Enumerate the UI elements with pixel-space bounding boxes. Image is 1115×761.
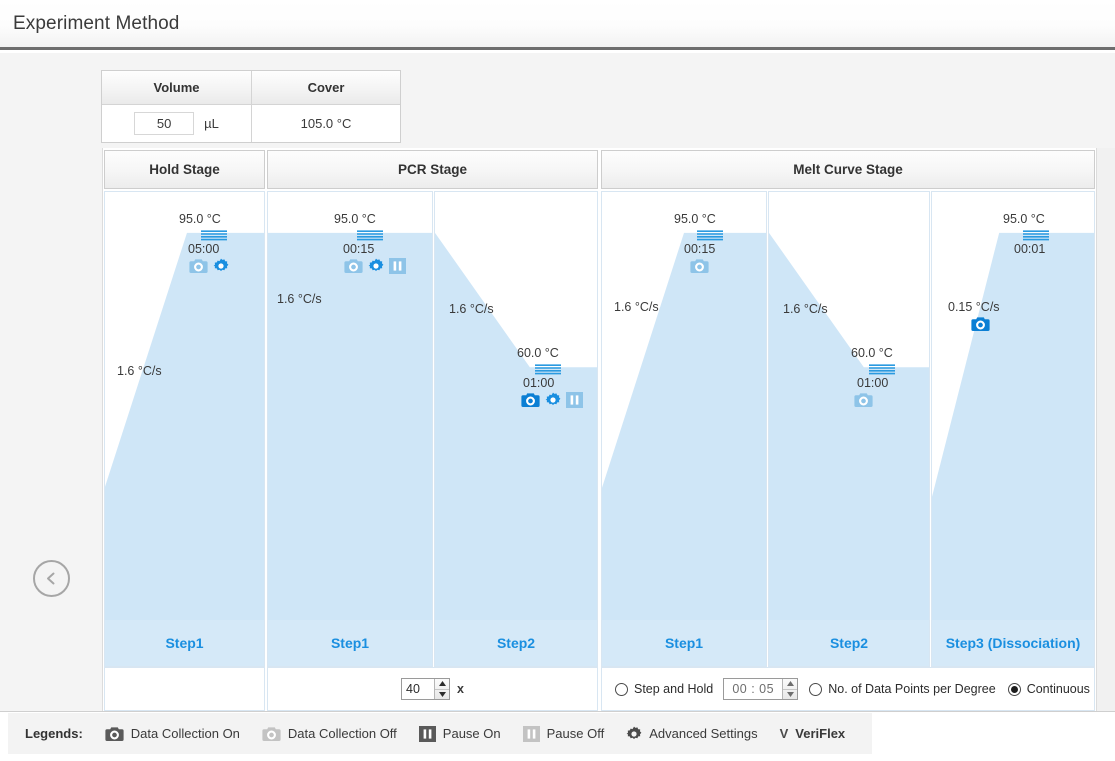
legend-label-advanced-settings: Advanced Settings bbox=[649, 726, 758, 741]
pcr-step1-temperature-profile bbox=[268, 232, 432, 666]
step-and-hold-time-value[interactable]: 00 : 05 bbox=[724, 679, 782, 699]
radio-label-data-points-per-degree: No. of Data Points per Degree bbox=[828, 682, 996, 696]
step-label-pcr-step2: Step2 bbox=[435, 620, 597, 666]
stage-header-pcr: PCR Stage bbox=[267, 150, 598, 189]
legend-advanced-settings: Advanced Settings bbox=[626, 726, 758, 742]
volume-unit-label: µL bbox=[204, 116, 219, 131]
step-label-melt-step3: Step3 (Dissociation) bbox=[932, 620, 1094, 666]
caret-up-icon bbox=[786, 681, 794, 687]
pcr-step2-temperature-profile bbox=[435, 232, 597, 666]
parameters-header-row: Volume Cover bbox=[102, 71, 400, 105]
legend-label-data-collection-on: Data Collection On bbox=[130, 726, 240, 741]
step-and-hold-increment[interactable] bbox=[783, 679, 797, 689]
step-column-pcr-step2[interactable]: 1.6 °C/s 60.0 °C 01:00 Step2 bbox=[434, 191, 598, 667]
chevron-left-icon bbox=[47, 572, 55, 585]
radio-label-step-and-hold: Step and Hold bbox=[634, 682, 714, 696]
melt-step1-temperature-profile bbox=[602, 232, 766, 666]
experiment-method-window: Experiment Method Volume Cover µL 105.0 … bbox=[0, 0, 1115, 761]
pcr-cycles-decrement[interactable] bbox=[435, 688, 450, 700]
step-and-hold-decrement[interactable] bbox=[783, 688, 798, 700]
legends-inner: Legends: Data Collection On Data Collect… bbox=[8, 713, 872, 754]
volume-cell: µL bbox=[102, 105, 251, 142]
radio-label-continuous: Continuous bbox=[1026, 682, 1090, 696]
step-label-hold-step1: Step1 bbox=[105, 620, 264, 666]
right-rail bbox=[1096, 148, 1115, 711]
parameters-table: Volume Cover µL 105.0 °C bbox=[101, 70, 401, 143]
camera-off-icon bbox=[262, 726, 281, 741]
legend-pause-on: Pause On bbox=[418, 725, 501, 742]
step-label-melt-step1: Step1 bbox=[602, 620, 766, 666]
volume-input[interactable] bbox=[134, 112, 195, 135]
pcr-cycles-suffix: x bbox=[457, 682, 464, 696]
pause-off-icon bbox=[522, 725, 540, 742]
step-and-hold-time-stepper[interactable]: 00 : 05 bbox=[723, 678, 799, 700]
control-row-hold bbox=[104, 667, 265, 711]
parameters-value-row: µL 105.0 °C bbox=[102, 105, 400, 142]
legend-data-collection-off: Data Collection Off bbox=[262, 726, 397, 742]
control-row-melt-curve: Step and Hold 00 : 05 No. of Data Points… bbox=[601, 667, 1095, 711]
column-header-cover: Cover bbox=[251, 71, 400, 105]
pcr-cycles-stepper[interactable]: 40 bbox=[401, 678, 451, 700]
page-title: Experiment Method bbox=[13, 12, 180, 34]
control-row-pcr: 40 x bbox=[267, 667, 598, 711]
melt-step3-temperature-profile bbox=[932, 232, 1094, 666]
gear-icon bbox=[626, 726, 642, 739]
caret-down-icon bbox=[438, 691, 446, 697]
left-rail bbox=[0, 148, 103, 711]
legend-label-pause-off: Pause Off bbox=[546, 726, 605, 741]
parameters-band: Volume Cover µL 105.0 °C bbox=[0, 53, 1115, 148]
pcr-cycles-increment[interactable] bbox=[435, 679, 449, 689]
legend-label-data-collection-off: Data Collection Off bbox=[287, 726, 397, 741]
pause-on-icon bbox=[418, 725, 436, 742]
step-and-hold-spin-arrows[interactable] bbox=[782, 679, 798, 700]
legend-label-veriflex: VeriFlex bbox=[795, 726, 846, 741]
step-column-pcr-step1[interactable]: 95.0 °C 00:15 1.6 °C/s Step1 bbox=[267, 191, 433, 667]
window-titlebar: Experiment Method bbox=[0, 0, 1115, 50]
legend-pause-off: Pause Off bbox=[522, 725, 605, 742]
legends-bar: Legends: Data Collection On Data Collect… bbox=[0, 711, 1115, 761]
radio-continuous[interactable]: Continuous bbox=[1007, 682, 1090, 696]
caret-up-icon bbox=[438, 681, 446, 687]
stage-header-melt-curve: Melt Curve Stage bbox=[601, 150, 1095, 189]
camera-on-icon bbox=[105, 726, 124, 741]
cover-temperature-value: 105.0 °C bbox=[251, 105, 400, 142]
stage-header-hold: Hold Stage bbox=[104, 150, 265, 189]
melt-step2-temperature-profile bbox=[769, 232, 929, 666]
step-column-melt-step2[interactable]: 1.6 °C/s 60.0 °C 01:00 Step2 bbox=[768, 191, 930, 667]
radio-button-continuous[interactable] bbox=[1007, 682, 1021, 696]
caret-down-icon bbox=[786, 691, 794, 697]
collapse-panel-button[interactable] bbox=[33, 560, 70, 597]
radio-step-and-hold[interactable]: Step and Hold bbox=[615, 682, 713, 696]
step-column-melt-step3[interactable]: 95.0 °C 00:01 0.15 °C/s Step3 (Dissociat… bbox=[931, 191, 1095, 667]
column-header-volume: Volume bbox=[102, 71, 251, 105]
radio-button-data-points-per-degree[interactable] bbox=[809, 682, 823, 696]
legend-veriflex: V VeriFlex bbox=[780, 726, 846, 741]
radio-data-points-per-degree[interactable]: No. of Data Points per Degree bbox=[809, 682, 996, 696]
radio-button-step-and-hold[interactable] bbox=[615, 682, 628, 696]
pcr-cycles-spin-arrows[interactable] bbox=[434, 679, 450, 700]
step-label-melt-step2: Step2 bbox=[769, 620, 929, 666]
pcr-cycles-value[interactable]: 40 bbox=[402, 679, 434, 699]
step-column-melt-step1[interactable]: 95.0 °C 00:15 1.6 °C/s Step1 bbox=[601, 191, 767, 667]
step-column-hold-step1[interactable]: 95.0 °C 05:00 1.6 °C/s Step1 bbox=[104, 191, 265, 667]
veriflex-icon: V bbox=[779, 726, 789, 741]
legends-title: Legends: bbox=[25, 726, 83, 741]
hold-step1-temperature-profile bbox=[105, 232, 264, 666]
legend-label-pause-on: Pause On bbox=[442, 726, 501, 741]
step-label-pcr-step1: Step1 bbox=[268, 620, 432, 666]
legend-data-collection-on: Data Collection On bbox=[105, 726, 240, 742]
